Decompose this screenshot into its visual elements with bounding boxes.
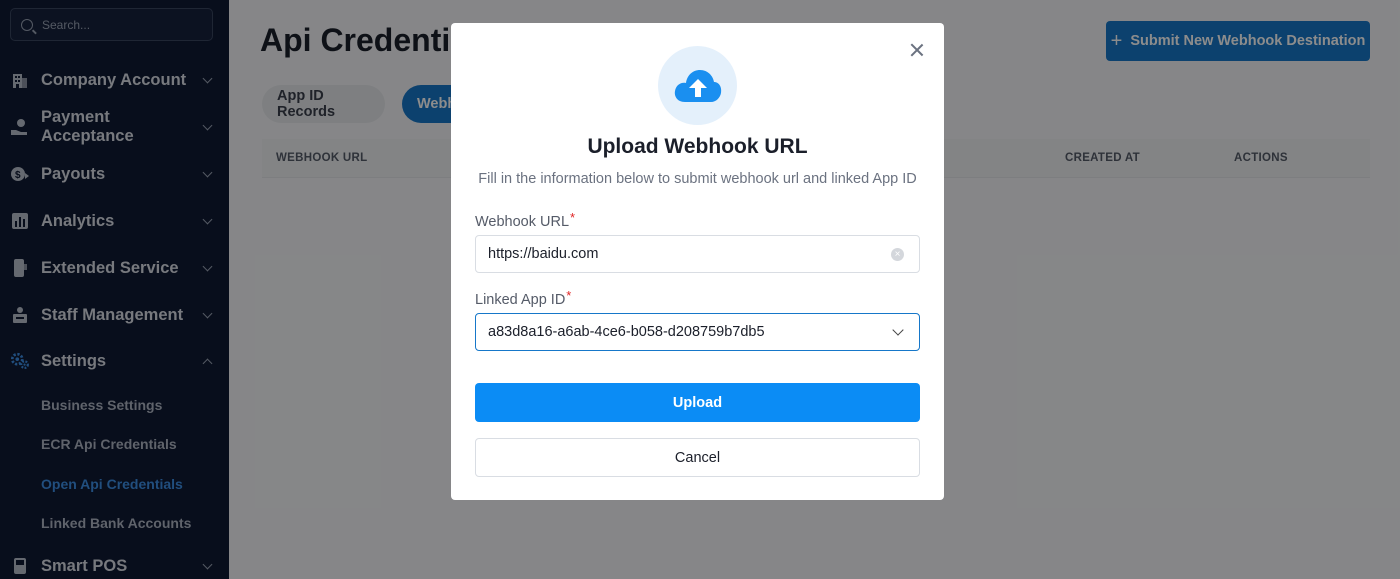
webhook-url-input[interactable]: https://baidu.com ×: [475, 235, 920, 273]
webhook-url-label: Webhook URL*: [475, 210, 575, 230]
linked-app-id-label-text: Linked App ID: [475, 292, 566, 308]
webhook-url-label-text: Webhook URL: [475, 214, 570, 230]
upload-cloud-icon: [658, 46, 737, 125]
modal-subtitle: Fill in the information below to submit …: [478, 171, 917, 187]
required-mark: *: [566, 288, 572, 303]
linked-app-id-value: a83d8a16-a6ab-4ce6-b058-d208759b7db5: [488, 324, 765, 340]
upload-webhook-modal: Upload Webhook URL Fill in the informati…: [451, 23, 944, 500]
close-icon[interactable]: [908, 41, 926, 59]
modal-title: Upload Webhook URL: [587, 135, 808, 158]
clear-icon[interactable]: ×: [891, 248, 904, 261]
cancel-button[interactable]: Cancel: [475, 438, 920, 477]
chevron-down-icon: [892, 324, 904, 336]
linked-app-id-label: Linked App ID*: [475, 288, 571, 308]
upload-button[interactable]: Upload: [475, 383, 920, 422]
webhook-url-value: https://baidu.com: [488, 246, 599, 262]
linked-app-id-select[interactable]: a83d8a16-a6ab-4ce6-b058-d208759b7db5: [475, 313, 920, 351]
required-mark: *: [570, 210, 576, 225]
